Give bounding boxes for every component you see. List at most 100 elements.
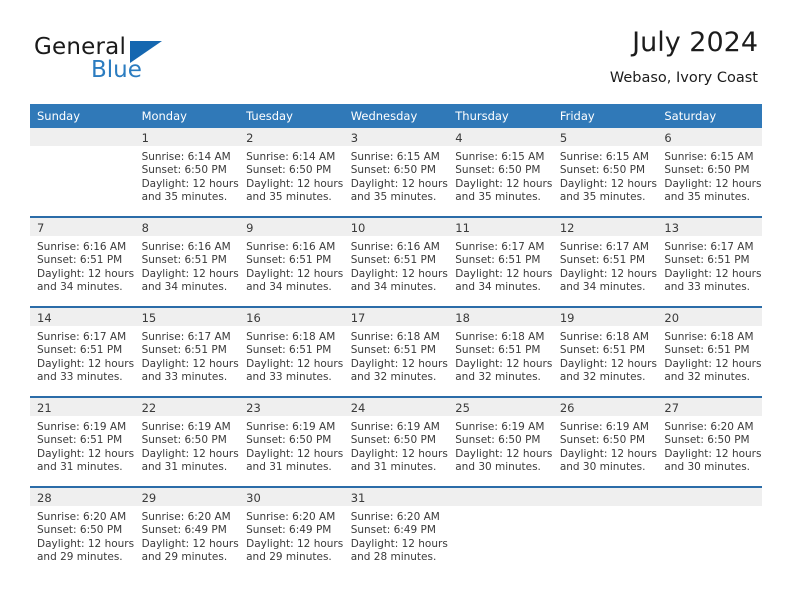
calendar-day-cell[interactable]: 30 Sunrise: 6:20 AM Sunset: 6:49 PM Dayligh… xyxy=(239,487,344,576)
day-info-sunrise: Sunrise: 6:16 AM xyxy=(350,241,440,253)
calendar-day-cell[interactable]: 13 Sunrise: 6:17 AM Sunset: 6:51 PM Dayligh… xyxy=(657,217,762,308)
day-number: 18 xyxy=(448,308,553,326)
day-info: Sunrise: 6:15 AM Sunset: 6:50 PM Daylight:… xyxy=(657,146,762,205)
day-info-daylight2: and 35 minutes. xyxy=(559,191,646,204)
calendar-day-cell[interactable]: 23 Sunrise: 6:19 AM Sunset: 6:50 PM Dayligh… xyxy=(239,397,344,488)
day-number: 9 xyxy=(239,218,344,236)
calendar-day-cell[interactable]: 9 Sunrise: 6:16 AM Sunset: 6:51 PM Daylight… xyxy=(239,217,344,308)
day-number xyxy=(30,128,135,146)
calendar-day-cell[interactable]: 22 Sunrise: 6:19 AM Sunset: 6:50 PM Dayligh… xyxy=(134,397,240,488)
day-cell-content: 9 Sunrise: 6:16 AM Sunset: 6:51 PM Daylight… xyxy=(239,218,344,306)
calendar-day-cell[interactable]: 18 Sunrise: 6:18 AM Sunset: 6:51 PM Dayligh… xyxy=(448,307,553,398)
day-info-daylight1: Daylight: 12 hours xyxy=(455,177,553,190)
day-info-sunset: Sunset: 6:51 PM xyxy=(455,344,541,357)
day-number: 14 xyxy=(30,308,135,326)
day-info-sunrise: Sunrise: 6:15 AM xyxy=(350,151,440,163)
day-info-daylight1: Daylight: 12 hours xyxy=(141,267,239,280)
day-info: Sunrise: 6:15 AM Sunset: 6:50 PM Daylight:… xyxy=(553,146,658,205)
day-info-daylight2: and 34 minutes. xyxy=(455,281,541,294)
day-info xyxy=(448,506,553,511)
day-cell-content: 19 Sunrise: 6:18 AM Sunset: 6:51 PM Dayligh… xyxy=(552,308,658,396)
day-number: 26 xyxy=(552,398,658,416)
calendar-day-cell[interactable]: 17 Sunrise: 6:18 AM Sunset: 6:51 PM Dayligh… xyxy=(343,307,449,398)
day-cell-content xyxy=(657,488,762,576)
weekday-header-row: Sunday Monday Tuesday Wednesday Thursday… xyxy=(30,104,762,128)
day-info-sunset: Sunset: 6:50 PM xyxy=(350,164,436,177)
calendar-day-cell[interactable]: 26 Sunrise: 6:19 AM Sunset: 6:50 PM Dayligh… xyxy=(552,397,658,488)
day-cell-content xyxy=(30,128,135,216)
calendar-day-cell[interactable] xyxy=(657,487,762,576)
calendar-day-cell[interactable]: 3 Sunrise: 6:15 AM Sunset: 6:50 PM Daylight… xyxy=(343,128,449,218)
day-info: Sunrise: 6:15 AM Sunset: 6:50 PM Daylight:… xyxy=(448,146,553,205)
calendar-day-cell[interactable]: 20 Sunrise: 6:18 AM Sunset: 6:51 PM Dayligh… xyxy=(657,307,762,398)
day-info-sunset: Sunset: 6:51 PM xyxy=(664,254,750,267)
calendar-day-cell[interactable]: 16 Sunrise: 6:18 AM Sunset: 6:51 PM Dayligh… xyxy=(239,307,344,398)
day-info: Sunrise: 6:16 AM Sunset: 6:51 PM Daylight:… xyxy=(239,236,344,295)
title-block: July 2024 Webaso, Ivory Coast xyxy=(610,26,758,89)
calendar-head: Sunday Monday Tuesday Wednesday Thursday… xyxy=(30,104,762,128)
day-cell-content: 4 Sunrise: 6:15 AM Sunset: 6:50 PM Daylight… xyxy=(448,128,553,216)
calendar-day-cell[interactable] xyxy=(30,128,135,218)
calendar-day-cell[interactable]: 15 Sunrise: 6:17 AM Sunset: 6:51 PM Dayligh… xyxy=(134,307,240,398)
calendar-day-cell[interactable]: 14 Sunrise: 6:17 AM Sunset: 6:51 PM Dayligh… xyxy=(30,307,135,398)
calendar-day-cell[interactable]: 8 Sunrise: 6:16 AM Sunset: 6:51 PM Daylight… xyxy=(134,217,240,308)
calendar-page: General Blue July 2024 Webaso, Ivory Coa… xyxy=(0,0,792,612)
calendar-day-cell[interactable]: 19 Sunrise: 6:18 AM Sunset: 6:51 PM Dayligh… xyxy=(552,307,658,398)
calendar-day-cell[interactable]: 4 Sunrise: 6:15 AM Sunset: 6:50 PM Daylight… xyxy=(448,128,553,218)
calendar-day-cell[interactable]: 5 Sunrise: 6:15 AM Sunset: 6:50 PM Daylight… xyxy=(552,128,658,218)
day-info-sunrise: Sunrise: 6:19 AM xyxy=(37,421,127,433)
day-info xyxy=(657,506,762,511)
day-info-sunrise: Sunrise: 6:14 AM xyxy=(246,151,336,163)
calendar-day-cell[interactable]: 21 Sunrise: 6:19 AM Sunset: 6:51 PM Dayligh… xyxy=(30,397,135,488)
calendar-day-cell[interactable]: 28 Sunrise: 6:20 AM Sunset: 6:50 PM Dayligh… xyxy=(30,487,135,576)
day-cell-content: 26 Sunrise: 6:19 AM Sunset: 6:50 PM Dayligh… xyxy=(552,398,658,486)
calendar-day-cell[interactable]: 31 Sunrise: 6:20 AM Sunset: 6:49 PM Dayligh… xyxy=(343,487,449,576)
day-info: Sunrise: 6:20 AM Sunset: 6:50 PM Daylight:… xyxy=(657,416,762,475)
calendar-day-cell[interactable]: 12 Sunrise: 6:17 AM Sunset: 6:51 PM Dayligh… xyxy=(552,217,658,308)
calendar-day-cell[interactable]: 25 Sunrise: 6:19 AM Sunset: 6:50 PM Dayligh… xyxy=(448,397,553,488)
day-cell-content: 1 Sunrise: 6:14 AM Sunset: 6:50 PM Daylight… xyxy=(134,128,240,216)
calendar-day-cell[interactable] xyxy=(552,487,658,576)
day-info-daylight2: and 35 minutes. xyxy=(246,191,332,204)
day-info xyxy=(30,146,135,151)
day-info: Sunrise: 6:19 AM Sunset: 6:50 PM Daylight:… xyxy=(553,416,658,475)
calendar-day-cell[interactable]: 27 Sunrise: 6:20 AM Sunset: 6:50 PM Dayligh… xyxy=(657,397,762,488)
day-info-daylight2: and 33 minutes. xyxy=(37,371,123,384)
day-number: 31 xyxy=(343,488,449,506)
day-number: 15 xyxy=(134,308,240,326)
calendar-day-cell[interactable]: 24 Sunrise: 6:19 AM Sunset: 6:50 PM Dayligh… xyxy=(343,397,449,488)
weekday-header-wednesday: Wednesday xyxy=(343,104,449,128)
day-info-sunrise: Sunrise: 6:18 AM xyxy=(455,331,545,343)
weekday-header-tuesday: Tuesday xyxy=(239,104,344,128)
calendar-day-cell[interactable]: 11 Sunrise: 6:17 AM Sunset: 6:51 PM Dayligh… xyxy=(448,217,553,308)
day-cell-content: 11 Sunrise: 6:17 AM Sunset: 6:51 PM Dayligh… xyxy=(448,218,553,306)
day-info-daylight2: and 34 minutes. xyxy=(559,281,646,294)
day-cell-content: 29 Sunrise: 6:20 AM Sunset: 6:49 PM Dayligh… xyxy=(134,488,240,576)
day-info-daylight2: and 34 minutes. xyxy=(246,281,332,294)
calendar-day-cell[interactable]: 6 Sunrise: 6:15 AM Sunset: 6:50 PM Daylight… xyxy=(657,128,762,218)
day-info-sunset: Sunset: 6:50 PM xyxy=(455,164,541,177)
calendar-day-cell[interactable]: 2 Sunrise: 6:14 AM Sunset: 6:50 PM Daylight… xyxy=(239,128,344,218)
day-info: Sunrise: 6:18 AM Sunset: 6:51 PM Daylight:… xyxy=(239,326,344,385)
day-info: Sunrise: 6:14 AM Sunset: 6:50 PM Daylight:… xyxy=(239,146,344,205)
calendar-day-cell[interactable]: 1 Sunrise: 6:14 AM Sunset: 6:50 PM Daylight… xyxy=(134,128,240,218)
day-info-sunset: Sunset: 6:50 PM xyxy=(141,434,227,447)
day-number: 7 xyxy=(30,218,135,236)
day-info-sunrise: Sunrise: 6:20 AM xyxy=(350,511,440,523)
brand-logo[interactable]: General Blue xyxy=(34,34,254,90)
day-number: 19 xyxy=(552,308,658,326)
day-number: 4 xyxy=(448,128,553,146)
day-number: 21 xyxy=(30,398,135,416)
calendar-day-cell[interactable]: 7 Sunrise: 6:16 AM Sunset: 6:51 PM Daylight… xyxy=(30,217,135,308)
day-cell-content: 30 Sunrise: 6:20 AM Sunset: 6:49 PM Dayligh… xyxy=(239,488,344,576)
day-info-sunrise: Sunrise: 6:19 AM xyxy=(141,421,231,433)
calendar-day-cell[interactable]: 29 Sunrise: 6:20 AM Sunset: 6:49 PM Dayligh… xyxy=(134,487,240,576)
day-info-sunrise: Sunrise: 6:20 AM xyxy=(141,511,231,523)
calendar-table: Sunday Monday Tuesday Wednesday Thursday… xyxy=(30,104,762,576)
calendar-day-cell[interactable]: 10 Sunrise: 6:16 AM Sunset: 6:51 PM Dayligh… xyxy=(343,217,449,308)
calendar-day-cell[interactable] xyxy=(448,487,553,576)
day-info: Sunrise: 6:20 AM Sunset: 6:50 PM Daylight:… xyxy=(30,506,135,565)
day-info-sunrise: Sunrise: 6:14 AM xyxy=(141,151,231,163)
day-info-sunset: Sunset: 6:51 PM xyxy=(350,344,436,357)
day-info-daylight1: Daylight: 12 hours xyxy=(559,357,657,370)
